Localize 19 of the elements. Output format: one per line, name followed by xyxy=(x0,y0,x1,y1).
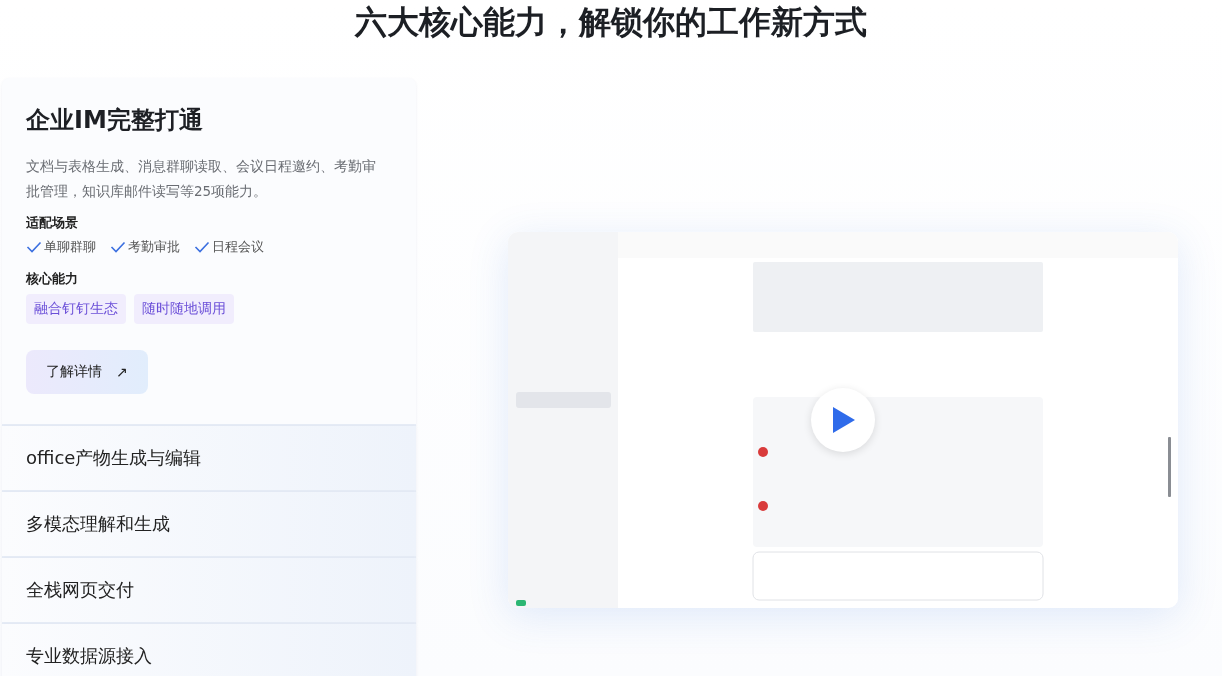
abilities-label: 核心能力 xyxy=(26,270,79,288)
feature-item[interactable]: 专业数据源接入 xyxy=(2,624,416,676)
play-icon xyxy=(831,405,857,435)
scene-label: 考勤审批 xyxy=(128,238,180,256)
feature-description: 文档与表格生成、消息群聊读取、会议日程邀约、考勤审批管理，知识库邮件读写等25项能力。 xyxy=(26,157,377,201)
check-icon xyxy=(26,241,42,253)
check-icon xyxy=(110,241,126,253)
scene-label: 单聊群聊 xyxy=(44,238,96,256)
ability-tag: 融合钉钉生态 xyxy=(26,294,126,324)
feature-item[interactable]: office产物生成与编辑 xyxy=(2,426,416,492)
feature-item[interactable]: 多模态理解和生成 xyxy=(2,492,416,558)
scenes-label: 适配场景 xyxy=(26,214,79,232)
learn-more-button[interactable]: 了解详情 ↗ xyxy=(26,350,148,394)
section-heading: 六大核心能力，解锁你的工作新方式 xyxy=(353,2,868,43)
feature-title: 企业IM完整打通 xyxy=(26,105,204,136)
scene-label: 日程会议 xyxy=(212,238,264,256)
check-icon xyxy=(194,241,210,253)
ability-tag: 随时随地调用 xyxy=(134,294,234,324)
feature-item[interactable]: 全栈网页交付 xyxy=(2,558,416,624)
